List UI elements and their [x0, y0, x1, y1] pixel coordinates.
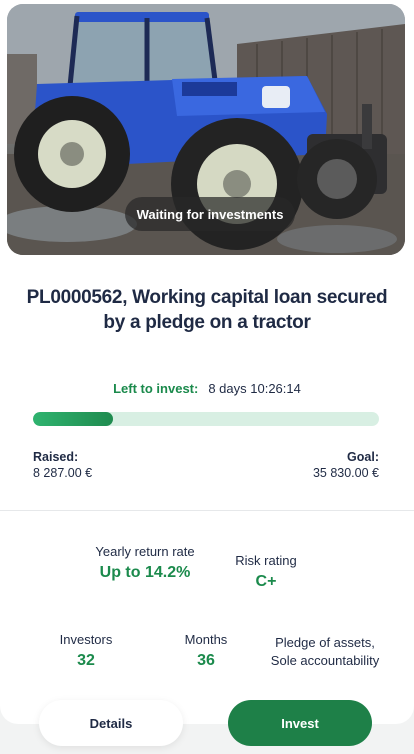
- risk-rating-stat: Risk rating C+: [216, 552, 316, 591]
- investors-value: 32: [77, 652, 95, 669]
- months-label: Months: [184, 632, 228, 647]
- time-left-row: Left to invest: 8 days 10:26:14: [0, 381, 414, 396]
- time-left-value: 8 days 10:26:14: [208, 381, 301, 396]
- status-badge: Waiting for investments: [125, 197, 295, 231]
- return-rate-value: Up to 14.2%: [99, 564, 191, 581]
- return-rate-label: Yearly return rate: [95, 544, 195, 559]
- details-button[interactable]: Details: [39, 700, 183, 746]
- tractor-photo: Waiting for investments: [7, 4, 405, 255]
- loan-card[interactable]: Waiting for investments PL0000562, Worki…: [0, 0, 414, 724]
- raised-amount: 8 287.00 €: [33, 466, 93, 480]
- goal-block: Goal: 35 830.00 €: [313, 449, 379, 482]
- security-line-1: Pledge of assets,: [275, 635, 375, 650]
- investors-label: Investors: [59, 632, 113, 647]
- goal-amount: 35 830.00 €: [312, 466, 379, 480]
- security-line-2: Sole accountability: [270, 653, 380, 668]
- months-value: 36: [197, 652, 215, 669]
- risk-rating-label: Risk rating: [235, 553, 297, 568]
- loan-title: PL0000562, Working capital loan secured …: [26, 287, 388, 333]
- return-rate-stat: Yearly return rate Up to 14.2%: [95, 543, 195, 582]
- divider: [0, 510, 414, 511]
- investors-stat: Investors 32: [46, 631, 126, 670]
- invest-button[interactable]: Invest: [228, 700, 372, 746]
- funding-progress: [33, 412, 379, 426]
- funding-progress-fill: [33, 412, 113, 426]
- security-stat: Pledge of assets, Sole accountability: [260, 634, 390, 670]
- raised-block: Raised: 8 287.00 €: [33, 449, 92, 482]
- raised-label: Raised:: [33, 450, 79, 464]
- risk-rating-value: C+: [255, 573, 277, 590]
- goal-label: Goal:: [347, 450, 379, 464]
- months-stat: Months 36: [166, 631, 246, 670]
- time-left-label: Left to invest:: [113, 381, 199, 396]
